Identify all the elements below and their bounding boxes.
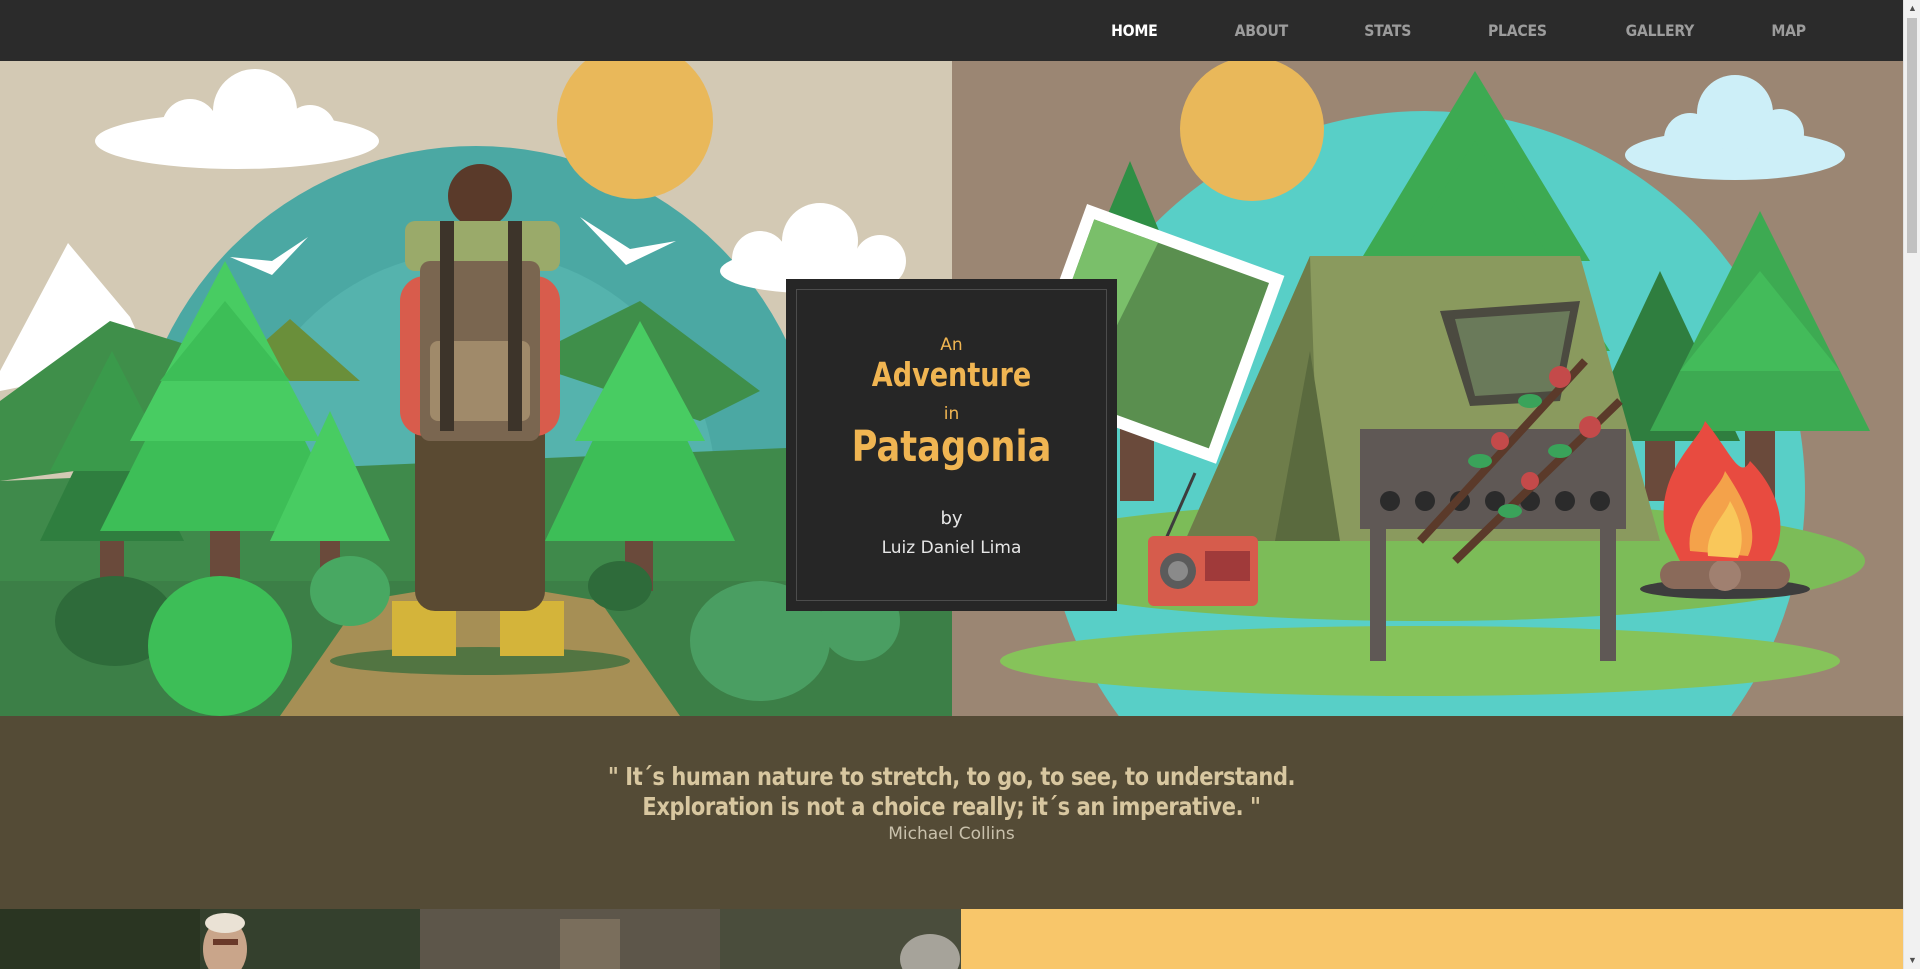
scroll-up-arrow-icon[interactable]: ▲ [1904, 0, 1920, 17]
title-patagonia: Patagonia [851, 422, 1052, 472]
scroll-down-arrow-icon[interactable]: ▼ [1904, 952, 1920, 969]
title-card-frame: An Adventure in Patagonia by Luiz Daniel… [796, 289, 1107, 601]
top-navigation: HOME ABOUT STATS PLACES GALLERY MAP [0, 0, 1903, 61]
nav-item-home[interactable]: HOME [1080, 21, 1188, 40]
photo-image [0, 909, 961, 969]
quote-line-2: Exploration is not a choice really; it´s… [642, 792, 1261, 821]
quote-attribution: Michael Collins [888, 824, 1015, 844]
quote-section: " It´s human nature to stretch, to go, t… [0, 716, 1903, 909]
hero-title-card: An Adventure in Patagonia by Luiz Daniel… [786, 279, 1117, 611]
quote-line-1: " It´s human nature to stretch, to go, t… [607, 762, 1296, 791]
title-an: An [940, 335, 963, 355]
title-by: by [940, 508, 963, 529]
title-in: in [943, 404, 960, 424]
nav-menu: HOME ABOUT STATS PLACES GALLERY MAP [1073, 0, 1843, 61]
nav-item-stats[interactable]: STATS [1333, 21, 1441, 40]
nav-item-about[interactable]: ABOUT [1203, 21, 1318, 40]
vertical-scrollbar[interactable]: ▲ ▼ [1903, 0, 1920, 969]
author-name: Luiz Daniel Lima [881, 538, 1022, 558]
photo-hiker-thumbnail [0, 909, 961, 969]
title-adventure: Adventure [871, 355, 1032, 394]
hero-banner: An Adventure in Patagonia by Luiz Daniel… [0, 61, 1903, 716]
yellow-panel [961, 909, 1903, 969]
nav-item-map[interactable]: MAP [1740, 21, 1836, 40]
scrollbar-thumb[interactable] [1907, 18, 1917, 253]
nav-item-gallery[interactable]: GALLERY [1595, 21, 1725, 40]
nav-item-places[interactable]: PLACES [1458, 21, 1578, 40]
